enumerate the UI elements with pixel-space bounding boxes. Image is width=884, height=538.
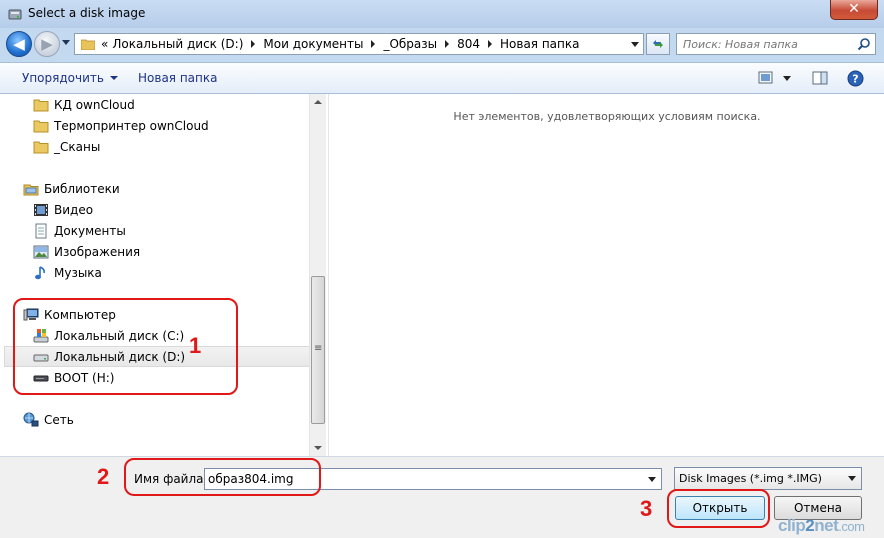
file-list-pane[interactable]: Нет элементов, удовлетворяющих условиям … (328, 94, 884, 456)
app-icon (8, 9, 22, 20)
help-icon[interactable]: ? (847, 70, 864, 87)
chevron-down-icon (848, 476, 856, 481)
breadcrumb-overflow[interactable]: « (101, 37, 108, 51)
pictures-icon (33, 245, 49, 258)
libraries-icon (23, 184, 39, 195)
tree-item-label: Музыка (54, 265, 102, 280)
annotation-box-filename (124, 458, 321, 496)
video-icon (34, 203, 48, 216)
tree-item-music[interactable]: Музыка (33, 262, 102, 283)
close-button[interactable]: ✕ (830, 0, 878, 20)
breadcrumb-drive-d[interactable]: Локальный диск (D:) (112, 37, 243, 51)
chevron-right-icon[interactable] (251, 40, 256, 48)
empty-folder-message: Нет элементов, удовлетворяющих условиям … (453, 110, 761, 123)
scroll-up-button[interactable] (310, 94, 326, 110)
watermark-logo: clip2net.com (778, 516, 865, 535)
breadcrumb-images[interactable]: _Образы (383, 37, 437, 51)
annotation-number-3: 3 (640, 496, 653, 521)
file-type-value: Disk Images (*.img *.IMG) (679, 472, 822, 485)
back-button[interactable]: ◀ (6, 31, 32, 57)
address-bar[interactable]: « Локальный диск (D:) Мои документы _Обр… (74, 33, 644, 55)
address-dropdown-icon[interactable] (631, 42, 639, 47)
annotation-box-computer (13, 298, 238, 395)
back-arrow-icon: ◀ (13, 35, 25, 53)
folder-icon (81, 39, 95, 50)
navigation-bar: ◀ ▶ « Локальный диск (D:) Мои документы … (0, 28, 884, 60)
music-icon (35, 265, 45, 279)
view-options-dropdown-icon[interactable] (783, 76, 791, 81)
tree-item-network[interactable]: Сеть (23, 409, 74, 430)
tree-item-label: Видео (54, 202, 94, 217)
organize-label: Упорядочить (22, 71, 104, 85)
tree-item-label: Термопринтер ownCloud (54, 118, 209, 133)
tree-item-label: Документы (54, 223, 126, 238)
main-area: КД ownCloud Термопринтер ownCloud _Сканы… (0, 94, 884, 456)
breadcrumb-new-folder[interactable]: Новая папка (500, 37, 579, 51)
documents-icon (35, 223, 47, 238)
tree-item-label: _Сканы (54, 139, 101, 154)
breadcrumb-my-documents[interactable]: Мои документы (263, 37, 363, 51)
title-bar: Select a disk image ✕ (0, 0, 884, 28)
annotation-number-1: 1 (189, 333, 202, 358)
forward-button[interactable]: ▶ (34, 31, 60, 57)
refresh-button[interactable] (646, 33, 670, 55)
window-title: Select a disk image (28, 6, 146, 20)
tree-item-libraries[interactable]: Библиотеки (23, 178, 120, 199)
svg-text:?: ? (852, 73, 858, 86)
folder-icon (33, 120, 49, 132)
tree-item-scans[interactable]: _Сканы (33, 136, 100, 157)
folder-icon (33, 99, 49, 111)
tree-item-video[interactable]: Видео (33, 199, 93, 220)
scrollbar-thumb[interactable] (311, 276, 325, 424)
navigation-scrollbar[interactable] (309, 94, 326, 456)
network-icon (23, 412, 39, 426)
tree-item-documents[interactable]: Документы (33, 220, 126, 241)
search-box[interactable] (676, 33, 876, 55)
file-type-select[interactable]: Disk Images (*.img *.IMG) (674, 467, 862, 490)
organize-menu-button[interactable]: Упорядочить (22, 71, 118, 85)
navigation-pane: КД ownCloud Термопринтер ownCloud _Сканы… (0, 94, 326, 456)
chevron-down-icon[interactable] (648, 477, 656, 482)
tree-item-label: КД ownCloud (54, 97, 135, 112)
search-input[interactable] (683, 34, 853, 54)
tree-item-label: Сеть (44, 412, 74, 427)
breadcrumb-804[interactable]: 804 (457, 37, 480, 51)
change-view-icon[interactable] (758, 71, 774, 85)
tree-item-label: Изображения (54, 244, 141, 259)
scroll-down-button[interactable] (310, 440, 326, 456)
chevron-down-icon (109, 76, 118, 80)
chevron-right-icon[interactable] (488, 40, 493, 48)
folder-icon (33, 141, 49, 153)
forward-arrow-icon: ▶ (41, 35, 53, 53)
tree-item-kd-owncloud[interactable]: КД ownCloud (33, 94, 135, 115)
tree-item-thermoprinter-owncloud[interactable]: Термопринтер ownCloud (33, 115, 209, 136)
new-folder-button[interactable]: Новая папка (138, 71, 217, 85)
chevron-right-icon[interactable] (371, 40, 376, 48)
preview-pane-icon[interactable] (812, 71, 828, 85)
annotation-number-2: 2 (97, 464, 110, 489)
chevron-right-icon[interactable] (445, 40, 450, 48)
annotation-box-open (667, 489, 770, 528)
recent-pages-dropdown-icon[interactable] (62, 40, 70, 45)
command-toolbar: Упорядочить Новая папка ? (0, 62, 884, 94)
refresh-icon (653, 40, 663, 48)
tree-item-label: Библиотеки (44, 181, 120, 196)
search-icon[interactable] (857, 37, 871, 51)
tree-item-pictures[interactable]: Изображения (33, 241, 140, 262)
